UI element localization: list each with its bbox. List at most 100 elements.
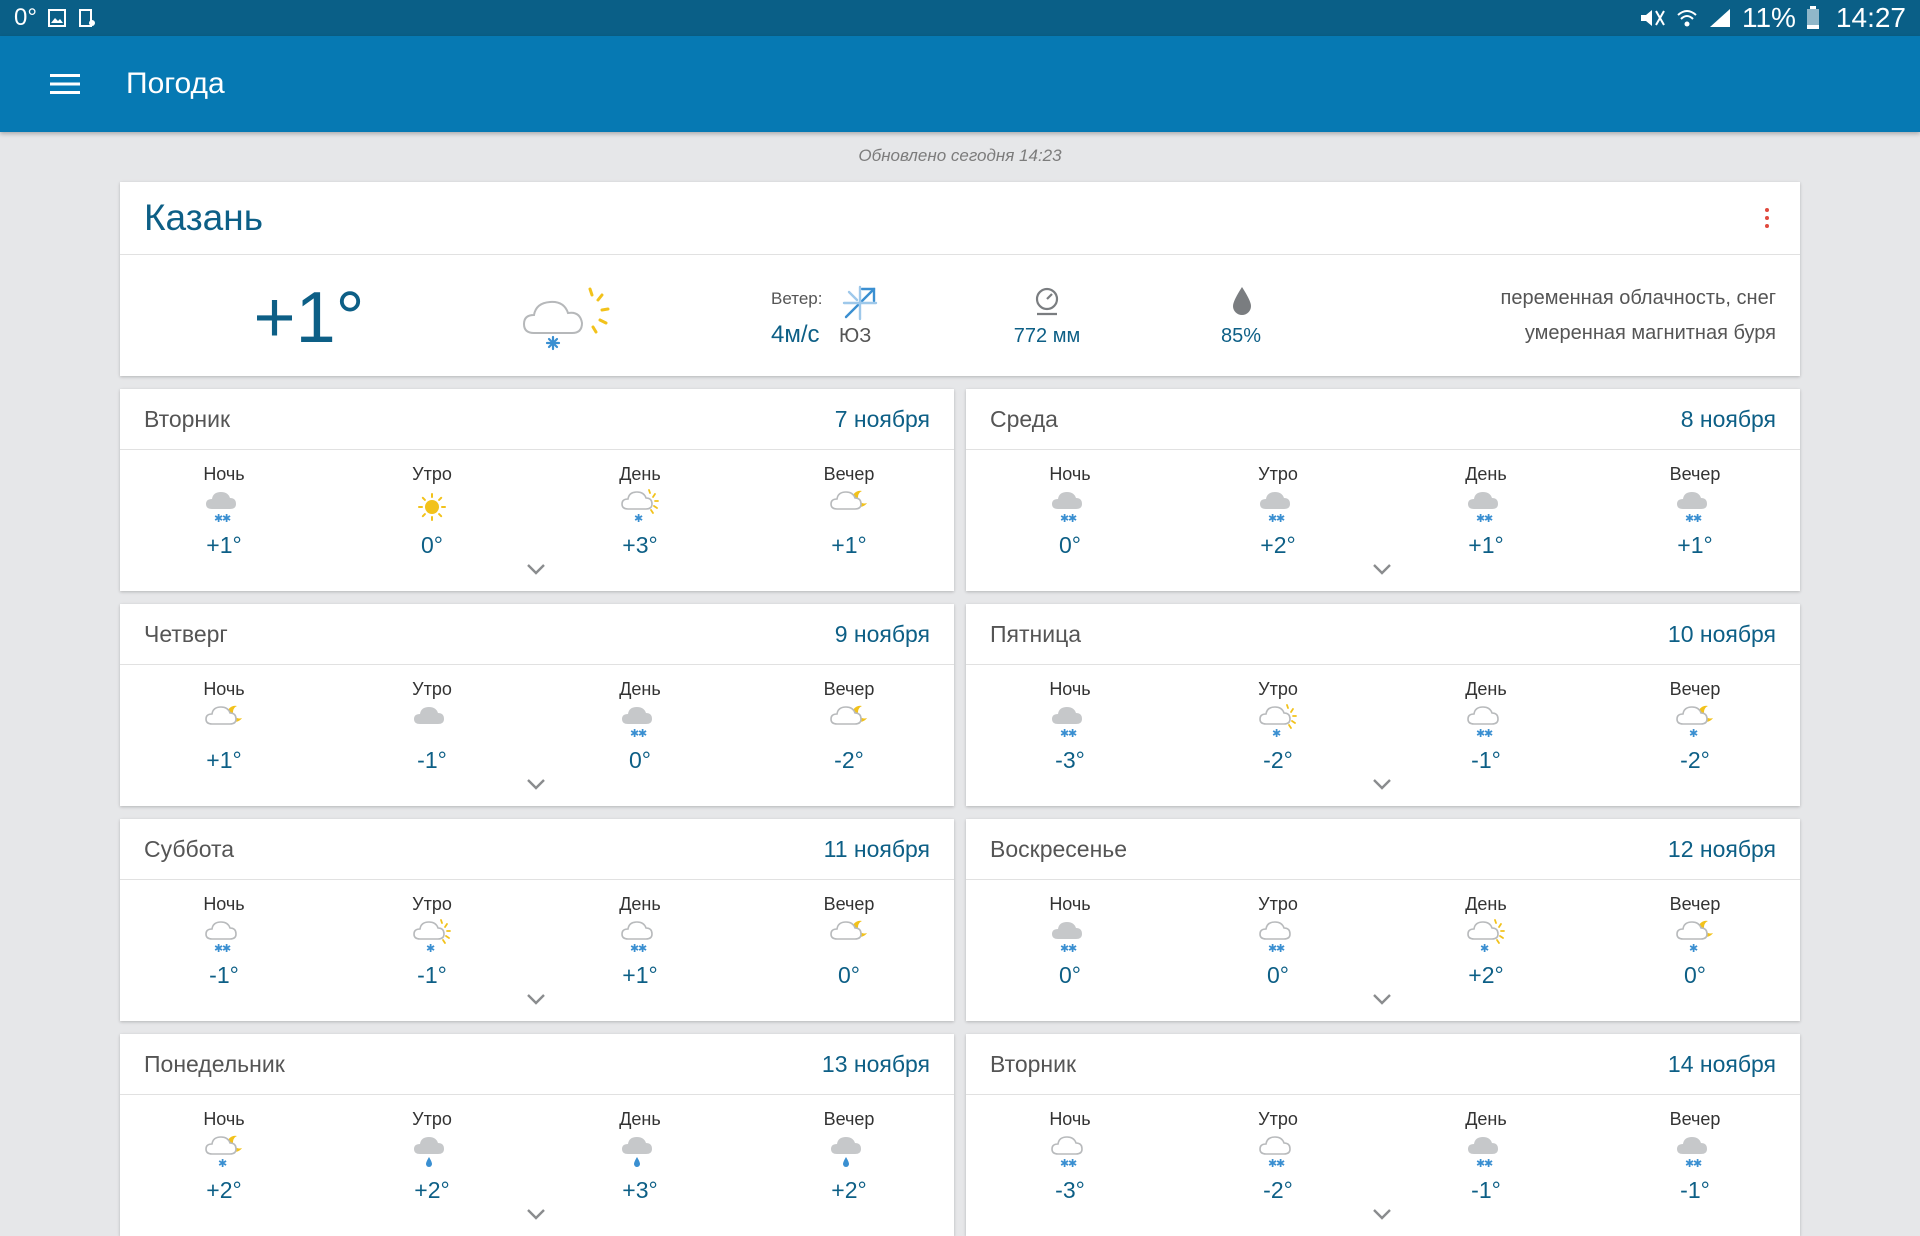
- svg-text:✱: ✱: [1484, 512, 1493, 525]
- day-card[interactable]: Понедельник 13 ноября Ночь ✱ +2° Утро +2…: [120, 1034, 954, 1236]
- snow-icon: ✱ ✱: [1010, 703, 1130, 743]
- chevron-down-icon: [527, 564, 545, 575]
- period-0: Ночь ✱ ✱ -3°: [1010, 1109, 1130, 1204]
- humidity-drop-icon: [1231, 285, 1253, 322]
- period-1: Утро +2°: [372, 1109, 492, 1204]
- day-date: 13 ноября: [821, 1050, 930, 1077]
- day-card[interactable]: Воскресенье 12 ноября Ночь ✱ ✱ 0° Утро ✱ ✱…: [966, 819, 1800, 1021]
- wifi-icon: [1676, 7, 1698, 29]
- light-snow-icon: ✱ ✱: [1426, 703, 1546, 743]
- weather-condition: переменная облачность, снег: [1500, 287, 1776, 309]
- period-3: Вечер 0°: [789, 894, 909, 989]
- pressure-gauge-icon: [1033, 287, 1061, 322]
- expand-button[interactable]: [524, 776, 548, 797]
- period-temp: 0°: [629, 747, 651, 773]
- period-label: Вечер: [823, 894, 875, 914]
- period-1: Утро ✱ ✱ 0°: [1218, 894, 1338, 989]
- period-label: День: [1465, 894, 1507, 914]
- period-1: Утро ✱ ✱ +2°: [1218, 464, 1338, 559]
- period-label: Утро: [412, 1109, 452, 1129]
- chevron-down-icon: [1373, 779, 1391, 790]
- expand-button[interactable]: [1370, 561, 1394, 582]
- day-card[interactable]: Вторник 14 ноября Ночь ✱ ✱ -3° Утро ✱ ✱ -2…: [966, 1034, 1800, 1236]
- expand-button[interactable]: [1370, 991, 1394, 1012]
- period-temp: -1°: [1471, 747, 1501, 773]
- wind-speed: 4м/с: [771, 321, 820, 348]
- svg-text:✱: ✱: [222, 512, 231, 525]
- expand-button[interactable]: [524, 991, 548, 1012]
- snow-icon: ✱ ✱: [1010, 488, 1130, 528]
- day-card[interactable]: Пятница 10 ноября Ночь ✱ ✱ -3° Утро ✱ -2°…: [966, 604, 1800, 806]
- day-periods: Ночь ✱ ✱ -3° Утро ✱ ✱ -2° День ✱ ✱ -1° Вече…: [966, 1095, 1800, 1235]
- period-temp: 0°: [1059, 962, 1081, 988]
- wind-label: Ветер:: [771, 289, 823, 308]
- period-temp: +3°: [622, 532, 658, 558]
- more-options-button[interactable]: [1752, 198, 1782, 238]
- period-label: День: [1465, 464, 1507, 484]
- period-temp: -3°: [1055, 747, 1085, 773]
- period-temp: 0°: [1684, 962, 1706, 988]
- day-name: Вторник: [990, 1050, 1077, 1077]
- period-label: День: [1465, 679, 1507, 699]
- more-vert-icon: [1765, 208, 1769, 212]
- period-label: Вечер: [1669, 679, 1721, 699]
- status-bar: 0° 11% 14:27: [0, 0, 1920, 36]
- hamburger-icon: [50, 74, 80, 94]
- day-card[interactable]: Среда 8 ноября Ночь ✱ ✱ 0° Утро ✱ ✱ +2° Де…: [966, 389, 1800, 591]
- period-temp: +1°: [622, 962, 658, 988]
- period-0: Ночь ✱ +2°: [164, 1109, 284, 1204]
- day-header: Понедельник 13 ноября: [120, 1034, 954, 1095]
- expand-button[interactable]: [524, 1206, 548, 1227]
- day-card[interactable]: Суббота 11 ноября Ночь ✱ ✱ -1° Утро ✱ -1°…: [120, 819, 954, 1021]
- day-card[interactable]: Вторник 7 ноября Ночь ✱ ✱ +1° Утро 0° Ден…: [120, 389, 954, 591]
- mute-icon: [1638, 7, 1666, 29]
- partly-cloudy-snow-icon: [520, 283, 616, 358]
- period-temp: +1°: [206, 747, 242, 773]
- period-label: Ночь: [1049, 894, 1091, 914]
- period-0: Ночь ✱ ✱ +1°: [164, 464, 284, 559]
- menu-button[interactable]: [31, 50, 99, 118]
- snow-icon: ✱ ✱: [1426, 488, 1546, 528]
- battery-percent: 11%: [1741, 2, 1796, 33]
- svg-text:✱: ✱: [1689, 942, 1698, 955]
- period-label: Утро: [1258, 894, 1298, 914]
- current-temp: +1°: [253, 278, 365, 358]
- moon-cloud-snow-icon: ✱: [164, 1133, 284, 1173]
- snow-icon: ✱ ✱: [1635, 488, 1755, 528]
- expand-button[interactable]: [524, 561, 548, 582]
- period-temp: -2°: [834, 747, 864, 773]
- period-temp: +2°: [1468, 962, 1504, 988]
- period-label: Утро: [1258, 1109, 1298, 1129]
- period-1: Утро ✱ -2°: [1218, 679, 1338, 774]
- period-temp: +2°: [1260, 532, 1296, 558]
- moon-cloud-icon: [164, 703, 284, 743]
- period-label: Ночь: [203, 464, 245, 484]
- svg-text:✱: ✱: [1276, 512, 1285, 525]
- period-temp: -2°: [1263, 747, 1293, 773]
- period-label: День: [619, 894, 661, 914]
- humidity-value: 85%: [1220, 325, 1262, 347]
- day-card[interactable]: Четверг 9 ноября Ночь +1° Утро -1° День …: [120, 604, 954, 806]
- day-date: 10 ноября: [1667, 620, 1776, 647]
- light-snow-icon: ✱ ✱: [580, 918, 700, 958]
- period-label: Утро: [1258, 679, 1298, 699]
- expand-button[interactable]: [1370, 776, 1394, 797]
- period-3: Вечер ✱ ✱ +1°: [1635, 464, 1755, 559]
- svg-text:✱: ✱: [1276, 1157, 1285, 1170]
- day-header: Суббота 11 ноября: [120, 819, 954, 880]
- svg-text:✱: ✱: [1068, 727, 1077, 740]
- expand-button[interactable]: [1370, 1206, 1394, 1227]
- day-name: Понедельник: [144, 1050, 285, 1077]
- sun-icon: [372, 488, 492, 528]
- svg-text:✱: ✱: [634, 512, 643, 525]
- day-name: Четверг: [144, 620, 228, 647]
- period-label: День: [619, 679, 661, 699]
- period-label: Утро: [412, 679, 452, 699]
- city-name: Казань: [144, 197, 263, 238]
- gallery-icon: [47, 8, 67, 28]
- period-2: День ✱ ✱ 0°: [580, 679, 700, 774]
- period-label: Ночь: [203, 1109, 245, 1129]
- moon-cloud-snow-icon: ✱: [1635, 703, 1755, 743]
- updated-time: Обновлено сегодня 14:23: [858, 146, 1062, 165]
- chevron-down-icon: [527, 1209, 545, 1220]
